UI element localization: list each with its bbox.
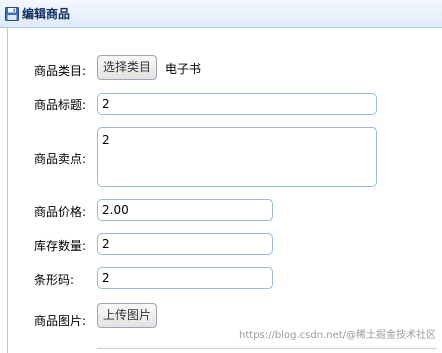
barcode-input[interactable] (97, 267, 273, 289)
select-category-button[interactable]: 选择类目 (97, 55, 158, 80)
image-label: 商品图片: (34, 314, 87, 328)
title-label: 商品标题: (34, 98, 87, 112)
barcode-label: 条形码: (34, 273, 75, 287)
form-divider (97, 348, 437, 349)
stock-label: 库存数量: (34, 239, 87, 253)
category-value: 电子书 (165, 62, 202, 76)
price-label: 商品价格: (34, 205, 87, 219)
upload-image-button[interactable]: 上传图片 (97, 303, 158, 328)
watermark: https://blog.csdn.net/@稀土掘金技术社区 (239, 330, 436, 341)
sell-point-label: 商品卖点: (34, 152, 87, 166)
stock-input[interactable] (97, 233, 273, 255)
panel-title: 编辑商品 (22, 7, 71, 21)
sell-point-textarea[interactable]: 2 (97, 127, 377, 187)
save-icon (5, 6, 19, 21)
panel-header: 编辑商品 (0, 0, 442, 28)
edit-product-form: 商品类目: 选择类目 电子书 商品标题: 商品卖点: 2 商品价格: 库存数量:… (7, 28, 442, 353)
title-input[interactable] (97, 93, 377, 115)
price-input[interactable] (97, 199, 273, 221)
category-label: 商品类目: (34, 64, 87, 78)
